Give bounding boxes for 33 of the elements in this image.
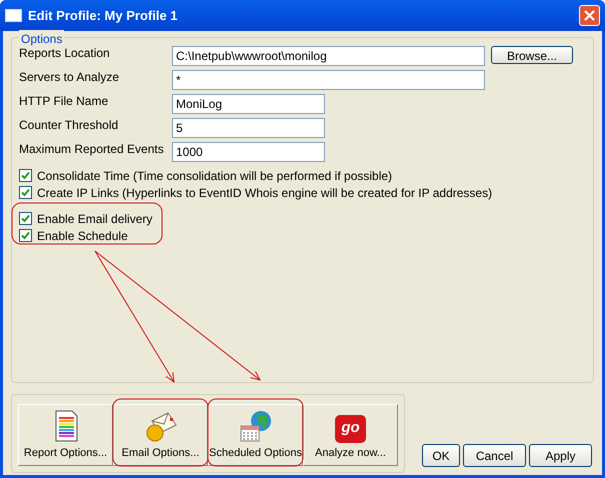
field-label: Counter Threshold xyxy=(19,118,120,132)
text-field[interactable]: 1000 xyxy=(172,142,325,162)
checkbox[interactable] xyxy=(19,212,32,225)
dialog-button[interactable]: Cancel xyxy=(463,444,526,467)
checkbox-label: Enable Schedule xyxy=(37,228,128,244)
group-legend: Options xyxy=(19,30,64,48)
toolbar-button[interactable]: Email Options... xyxy=(113,404,208,466)
checkbox[interactable] xyxy=(19,186,32,199)
text-field[interactable]: * xyxy=(172,70,485,90)
checkbox-label: Consolidate Time (Time consolidation will be performed if possible) xyxy=(37,168,392,184)
text-field[interactable]: C:\Inetpub\wwwroot\monilog xyxy=(172,46,485,66)
dialog-button[interactable]: OK xyxy=(422,444,460,467)
field-label: Servers to Analyze xyxy=(19,70,120,84)
checkbox[interactable] xyxy=(19,169,32,182)
text-field[interactable]: 5 xyxy=(172,118,325,138)
calendar-globe-icon xyxy=(238,408,274,442)
toolbar-button[interactable]: Report Options... xyxy=(18,404,113,466)
toolbar-button[interactable]: Scheduled Options xyxy=(208,404,303,466)
browse-button[interactable]: Browse... xyxy=(491,46,573,64)
text-field[interactable]: MoniLog xyxy=(172,94,325,114)
checkbox-label: Create IP Links (Hyperlinks to EventID Whois engine will be created for IP addresses) xyxy=(37,184,492,202)
go-icon: go xyxy=(335,414,366,442)
field-label: Maximum Reported Events xyxy=(19,142,165,156)
close-icon xyxy=(584,10,595,21)
checkbox[interactable] xyxy=(19,229,32,242)
close-button[interactable] xyxy=(579,5,600,26)
checkbox-label: Enable Email delivery xyxy=(37,210,152,228)
window-title: Edit Profile: My Profile 1 xyxy=(28,6,178,25)
window-icon xyxy=(5,9,22,22)
field-label: Reports Location xyxy=(19,46,111,60)
dialog-button[interactable]: Apply xyxy=(529,444,592,467)
toolbar-button[interactable]: go Analyze now... xyxy=(303,404,398,466)
field-label: HTTP File Name xyxy=(19,94,110,108)
